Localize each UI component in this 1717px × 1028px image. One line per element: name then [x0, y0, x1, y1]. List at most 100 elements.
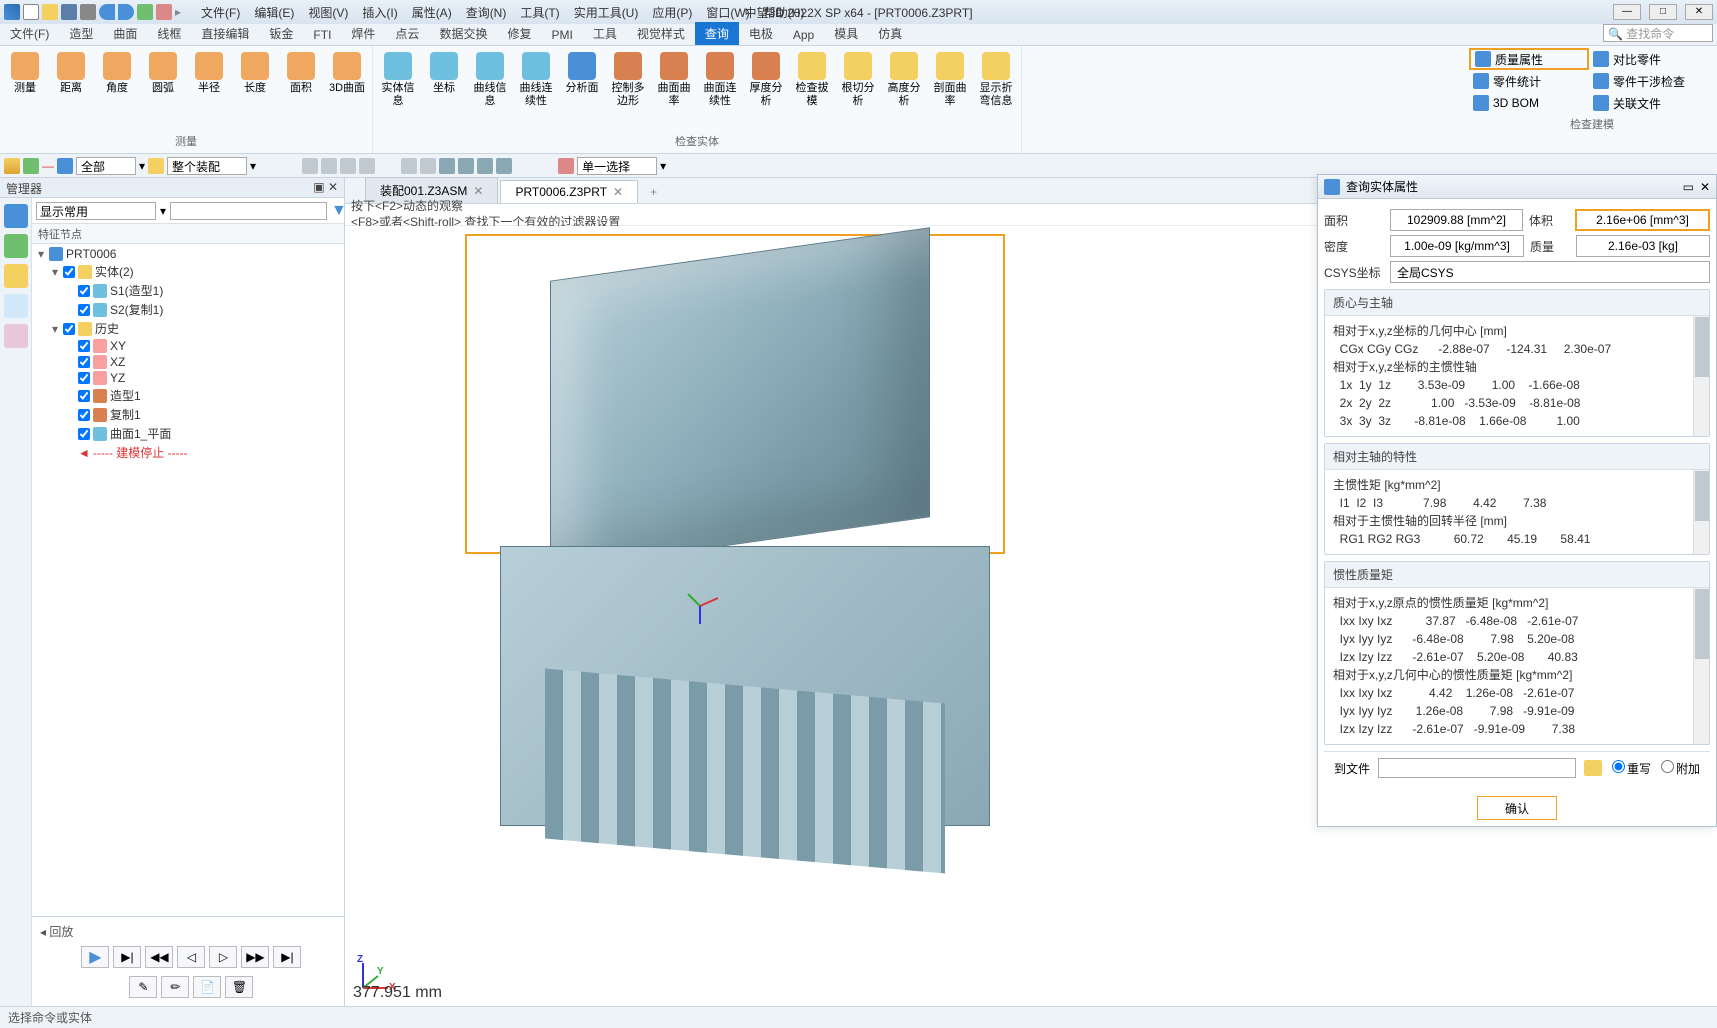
tree-node[interactable]: 实体(2) [95, 263, 134, 280]
qat-arrow-icon[interactable]: ▸ [175, 5, 181, 19]
step-fwd-button[interactable]: ▶| [113, 946, 141, 968]
ribbon-tab[interactable]: 视觉样式 [627, 22, 695, 45]
view-tab-icon[interactable] [4, 264, 28, 288]
minimize-button[interactable]: — [1613, 4, 1641, 20]
open-icon[interactable] [42, 4, 58, 20]
ribbon-small-button[interactable]: 质量属性 [1469, 48, 1589, 70]
ribbon-button[interactable]: 3D曲面 [326, 48, 368, 131]
ribbon-button[interactable]: 厚度分析 [745, 48, 787, 131]
menu-item[interactable]: 应用(P) [646, 4, 698, 21]
ribbon-button[interactable]: 测量 [4, 48, 46, 131]
step-next-button[interactable]: ▷ [209, 946, 237, 968]
edit-button[interactable]: ✎ [129, 976, 157, 998]
tb-icon[interactable] [321, 158, 337, 174]
ribbon-tab[interactable]: 文件(F) [0, 22, 59, 45]
ribbon-tab[interactable]: 直接编辑 [191, 22, 259, 45]
ribbon-tab[interactable]: 钣金 [259, 22, 303, 45]
collapse-icon[interactable]: ◂ [40, 925, 46, 939]
ribbon-tab[interactable]: App [783, 25, 824, 45]
menu-item[interactable]: 视图(V) [302, 4, 354, 21]
ribbon-button[interactable]: 角度 [96, 48, 138, 131]
ribbon-button[interactable]: 半径 [188, 48, 230, 131]
ribbon-small-button[interactable]: 零件统计 [1469, 70, 1589, 92]
node-checkbox[interactable] [78, 428, 90, 440]
add-icon[interactable] [23, 158, 39, 174]
ribbon-small-button[interactable]: 关联文件 [1589, 92, 1709, 114]
tree-node[interactable]: 复制1 [110, 406, 141, 423]
ribbon-tab[interactable]: 焊件 [341, 22, 385, 45]
search-command-input[interactable]: 🔍 查找命令 [1603, 24, 1713, 42]
ribbon-button[interactable]: 剖面曲率 [929, 48, 971, 131]
ribbon-button[interactable]: 检查拔模 [791, 48, 833, 131]
node-checkbox[interactable] [78, 340, 90, 352]
ribbon-button[interactable]: 高度分析 [883, 48, 925, 131]
node-checkbox[interactable] [63, 266, 75, 278]
scope-select[interactable]: 全部 [76, 157, 136, 175]
ribbon-tab[interactable]: 线框 [147, 22, 191, 45]
undo-icon[interactable] [99, 4, 115, 20]
refresh-icon[interactable] [137, 4, 153, 20]
tb-icon[interactable] [458, 158, 474, 174]
ribbon-tab[interactable]: 造型 [59, 22, 103, 45]
model-fins[interactable] [545, 669, 945, 874]
tb-icon[interactable] [302, 158, 318, 174]
ribbon-button[interactable]: 面积 [280, 48, 322, 131]
tofile-input[interactable] [1378, 758, 1576, 778]
panel-pin-icon[interactable]: ▭ [1683, 180, 1694, 194]
tb-icon[interactable] [401, 158, 417, 174]
tree-node[interactable]: YZ [110, 371, 125, 385]
overwrite-radio[interactable]: 重写 [1610, 760, 1651, 777]
tree-node[interactable]: PRT0006 [66, 247, 116, 261]
tb-icon[interactable] [558, 158, 574, 174]
ribbon-tab[interactable]: 查询 [695, 22, 739, 45]
menu-item[interactable]: 文件(F) [195, 4, 246, 21]
ribbon-tab[interactable]: 曲面 [103, 22, 147, 45]
ribbon-small-button[interactable]: 3D BOM [1469, 92, 1589, 114]
tree-node[interactable]: XY [110, 339, 126, 353]
ribbon-tab[interactable]: 仿真 [868, 22, 912, 45]
ribbon-button[interactable]: 曲线连续性 [515, 48, 557, 131]
ribbon-button[interactable]: 距离 [50, 48, 92, 131]
panel-close-icon[interactable]: ✕ [1700, 180, 1710, 194]
save-icon[interactable] [61, 4, 77, 20]
menu-item[interactable]: 查询(N) [460, 4, 513, 21]
img-tab-icon[interactable] [4, 294, 28, 318]
pencil-button[interactable]: ✏ [161, 976, 189, 998]
tree-node[interactable]: S1(造型1) [110, 282, 163, 299]
append-radio[interactable]: 附加 [1659, 760, 1700, 777]
ribbon-tab[interactable]: 点云 [385, 22, 429, 45]
tree-node[interactable]: S2(复制1) [110, 301, 163, 318]
new-tab-button[interactable]: + [640, 181, 667, 203]
ribbon-button[interactable]: 长度 [234, 48, 276, 131]
expand-icon[interactable]: ▾ [50, 322, 60, 336]
tb-icon[interactable] [359, 158, 375, 174]
ribbon-button[interactable]: 实体信息 [377, 48, 419, 131]
mode-select[interactable]: 整个装配 [167, 157, 247, 175]
tb-icon[interactable] [420, 158, 436, 174]
new-icon[interactable] [23, 4, 39, 20]
tab-close-icon[interactable]: ✕ [613, 185, 623, 199]
tree-filter-input[interactable] [170, 202, 327, 220]
panel-buttons[interactable]: ▣ ✕ [313, 180, 338, 195]
menu-item[interactable]: 属性(A) [406, 4, 458, 21]
select-mode[interactable]: 单一选择 [577, 157, 657, 175]
close-button[interactable]: ✕ [1685, 4, 1713, 20]
ribbon-button[interactable]: 显示折弯信息 [975, 48, 1017, 131]
ffwd-button[interactable]: ▶▶ [241, 946, 269, 968]
csys-triad-icon[interactable] [680, 586, 720, 626]
filter-funnel-icon[interactable]: ▼ [331, 202, 344, 220]
ribbon-tab[interactable]: 修复 [497, 22, 541, 45]
tree-tab-icon[interactable] [4, 204, 28, 228]
tb-icon[interactable] [439, 158, 455, 174]
cursor-icon[interactable] [4, 158, 20, 174]
tb-icon[interactable] [340, 158, 356, 174]
node-checkbox[interactable] [78, 285, 90, 297]
maximize-button[interactable]: □ [1649, 4, 1677, 20]
ribbon-button[interactable]: 根切分析 [837, 48, 879, 131]
ribbon-button[interactable]: 分析面 [561, 48, 603, 131]
expand-icon[interactable]: ▾ [50, 265, 60, 279]
tree-node[interactable]: 造型1 [110, 387, 141, 404]
ribbon-small-button[interactable]: 零件干涉检查 [1589, 70, 1709, 92]
user-tab-icon[interactable] [4, 324, 28, 348]
csys-value[interactable]: 全局CSYS [1390, 261, 1710, 283]
